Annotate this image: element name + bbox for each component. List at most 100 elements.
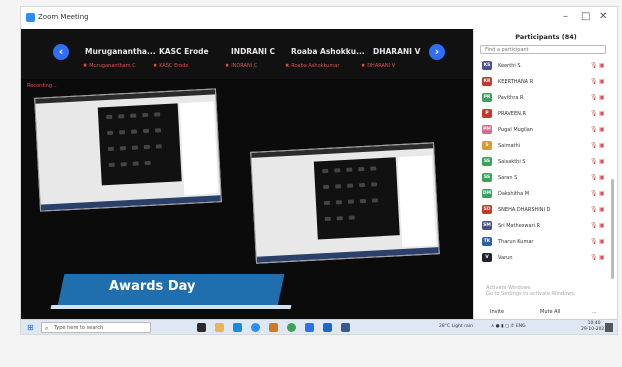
video-off-icon[interactable]: ▣ [599, 174, 605, 181]
muted-mic-icon[interactable]: 🎙 [590, 126, 598, 133]
participant-row[interactable]: V Varun 🎙 ▣ [482, 251, 612, 265]
tile-name[interactable]: KASC Erode [159, 47, 209, 56]
muted-mic-icon[interactable]: 🎙 [590, 174, 598, 181]
more-options-button[interactable]: ... [592, 309, 597, 315]
meeting-video-area: ‹ Muruganantha... Muruganantham C KASC E… [21, 29, 473, 319]
participant-row[interactable]: SS Saran S 🎙 ▣ [482, 171, 612, 185]
participant-row[interactable]: SD SNEHA DHARSHINI D 🎙 ▣ [482, 203, 612, 217]
windows-taskbar: ⊞ ⌕ Type here to search 28°C Light rain … [21, 319, 617, 334]
participant-row[interactable]: PM Pugal Mugilan 🎙 ▣ [482, 123, 612, 137]
task-view-icon[interactable] [197, 323, 206, 332]
mute-all-button[interactable]: Mute All [540, 309, 560, 315]
muted-mic-icon[interactable]: 🎙 [590, 110, 598, 117]
participant-row[interactable]: SM Sri Matheswari.R 🎙 ▣ [482, 219, 612, 233]
avatar: S [482, 141, 492, 150]
window-title: Zoom Meeting [38, 13, 89, 21]
muted-mic-icon[interactable]: 🎙 [590, 158, 598, 165]
tile-muted-name: Muruganantham C [83, 63, 136, 69]
video-off-icon[interactable]: ▣ [599, 110, 605, 117]
participant-name: Saran S [498, 175, 518, 181]
participant-row[interactable]: S Saimathi 🎙 ▣ [482, 139, 612, 153]
system-clock[interactable]: 10:40 29-10-2021 [581, 321, 607, 333]
video-off-icon[interactable]: ▣ [599, 222, 605, 229]
tile-name[interactable]: INDRANI C [231, 47, 275, 56]
zoom-logo-icon [26, 13, 35, 22]
taskbar-search-placeholder: Type here to search [54, 325, 104, 331]
video-off-icon[interactable]: ▣ [599, 62, 605, 69]
store-icon[interactable] [269, 323, 278, 332]
muted-mic-icon[interactable]: 🎙 [590, 142, 598, 149]
avatar: V [482, 253, 492, 262]
video-off-icon[interactable]: ▣ [599, 238, 605, 245]
photos-icon[interactable] [341, 323, 350, 332]
previous-page-button[interactable]: ‹ [53, 44, 69, 60]
participant-name: Pugal Mugilan [498, 127, 533, 133]
video-off-icon[interactable]: ▣ [599, 126, 605, 133]
avatar: KS [482, 61, 492, 70]
banner-stripe [50, 305, 292, 309]
participant-name: Sri Matheswari.R [498, 223, 541, 229]
participant-row[interactable]: TK Tharun Kumar 🎙 ▣ [482, 235, 612, 249]
muted-mic-icon[interactable]: 🎙 [590, 78, 598, 85]
video-off-icon[interactable]: ▣ [599, 142, 605, 149]
tile-name[interactable]: DHARANI V [373, 47, 420, 56]
notification-center-icon[interactable] [605, 323, 613, 332]
windows-start-icon[interactable]: ⊞ [27, 323, 34, 332]
teams-icon[interactable] [323, 323, 332, 332]
participant-name: Keerthi S [498, 63, 521, 69]
video-off-icon[interactable]: ▣ [599, 254, 605, 261]
video-off-icon[interactable]: ▣ [599, 94, 605, 101]
close-button[interactable]: ✕ [599, 11, 607, 22]
zoom-app-icon[interactable] [251, 323, 260, 332]
restore-button[interactable]: □ [581, 11, 590, 22]
muted-mic-icon[interactable]: 🎙 [590, 206, 598, 213]
edge-browser-icon[interactable] [233, 323, 242, 332]
tile-muted-name: Roaba Ashokkumar [285, 63, 339, 69]
video-off-icon[interactable]: ▣ [599, 78, 605, 85]
minimize-button[interactable]: – [563, 11, 568, 22]
avatar: P [482, 109, 492, 118]
tile-muted-name: INDRANI C [225, 63, 257, 69]
search-icon: ⌕ [45, 325, 49, 332]
tile-name[interactable]: Roaba Ashokku... [291, 47, 365, 56]
chrome-browser-icon[interactable] [287, 323, 296, 332]
video-off-icon[interactable]: ▣ [599, 158, 605, 165]
participant-name: PRAVEEN.R [498, 111, 526, 117]
title-bar: Zoom Meeting – □ ✕ [21, 7, 617, 29]
tile-name[interactable]: Muruganantha... [85, 47, 156, 56]
participants-scrollbar[interactable] [611, 179, 614, 279]
weather-widget[interactable]: 28°C Light rain [439, 324, 473, 329]
clock-date: 29-10-2021 [581, 327, 608, 332]
participants-panel: Participants (84) Find a participant KS … [473, 29, 617, 319]
participant-row[interactable]: KR KEERTHANA R 🎙 ▣ [482, 75, 612, 89]
invite-button[interactable]: Invite [490, 309, 504, 315]
participant-row[interactable]: KS Keerthi S 🎙 ▣ [482, 59, 612, 73]
muted-mic-icon[interactable]: 🎙 [590, 62, 598, 69]
muted-mic-icon[interactable]: 🎙 [590, 94, 598, 101]
participant-name: Dakshitha M [498, 191, 530, 197]
tile-muted-name: DHARANI V [361, 63, 395, 69]
muted-mic-icon[interactable]: 🎙 [590, 190, 598, 197]
video-off-icon[interactable]: ▣ [599, 190, 605, 197]
taskbar-search-input[interactable]: ⌕ Type here to search [41, 322, 151, 333]
participants-title: Participants (84) [515, 33, 577, 41]
activate-windows-watermark: Activate Windows Go to Settings to activ… [486, 285, 576, 297]
avatar: SD [482, 205, 492, 214]
participant-row[interactable]: P PRAVEEN.R 🎙 ▣ [482, 107, 612, 121]
avatar: PR [482, 93, 492, 102]
participant-row[interactable]: PR Pavithra R 🎙 ▣ [482, 91, 612, 105]
participant-search-input[interactable]: Find a participant [480, 45, 606, 54]
participant-tile-strip: ‹ Muruganantha... Muruganantham C KASC E… [21, 29, 473, 79]
participant-row[interactable]: DM Dakshitha M 🎙 ▣ [482, 187, 612, 201]
participant-name: Saimathi [498, 143, 521, 149]
muted-mic-icon[interactable]: 🎙 [590, 222, 598, 229]
system-tray-icons[interactable]: ∧ ● ▮ ▢ ✆ ENG [491, 324, 526, 329]
next-page-button[interactable]: › [429, 44, 445, 60]
muted-mic-icon[interactable]: 🎙 [590, 254, 598, 261]
video-off-icon[interactable]: ▣ [599, 206, 605, 213]
file-explorer-icon[interactable] [215, 323, 224, 332]
zoom-meeting-icon[interactable] [305, 323, 314, 332]
participant-name: KEERTHANA R [498, 79, 534, 85]
muted-mic-icon[interactable]: 🎙 [590, 238, 598, 245]
participant-row[interactable]: SS Saisakthi S 🎙 ▣ [482, 155, 612, 169]
